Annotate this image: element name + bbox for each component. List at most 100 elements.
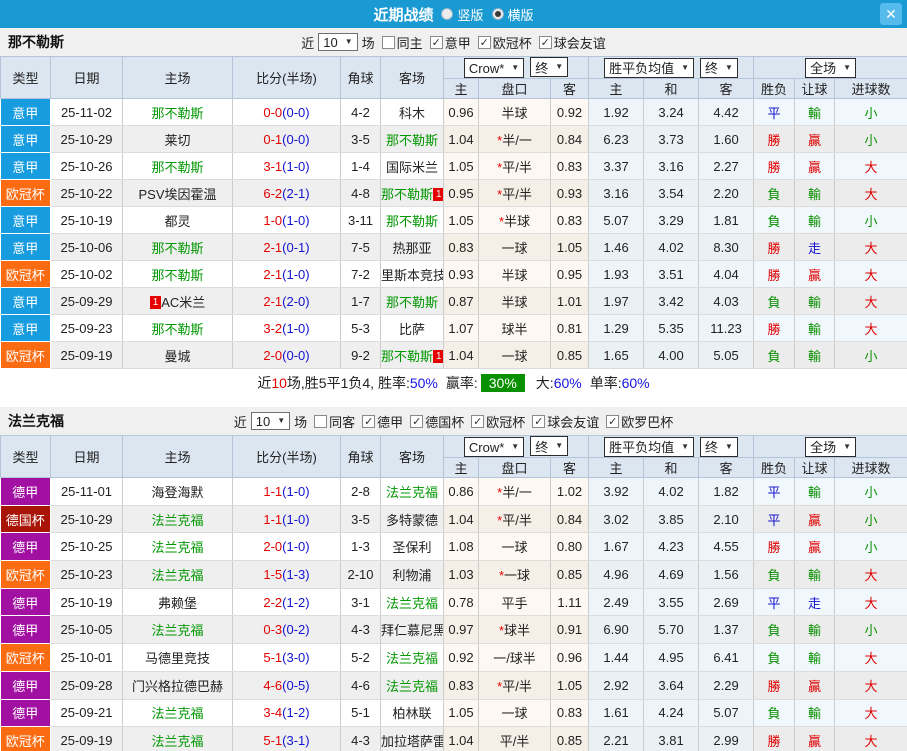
handicap-text: 半/一	[502, 132, 532, 148]
match-score: 4-6(0-5)	[232, 671, 341, 700]
away-team: 法兰克福	[380, 643, 444, 672]
matches-table: 类型 日期 主场 比分(半场) 角球 客场 Crow* ▼ 终 ▼ 胜平负均值 ▼ 终 ▼ …	[0, 56, 907, 369]
team-label: 多特蒙德	[385, 512, 438, 528]
checkbox-checked[interactable]: ✓	[477, 35, 491, 49]
handicap-outcome: 贏	[794, 125, 836, 153]
goals-outcome: 小	[834, 341, 907, 369]
match-score: 0-0(0-0)	[232, 98, 341, 126]
mean-home-odds: 1.29	[588, 314, 645, 342]
sub-col-客: 客	[698, 78, 755, 99]
odds-away: 1.05	[550, 671, 590, 700]
odds-source-select[interactable]: Crow* ▼	[463, 58, 525, 78]
match-date: 25-11-02	[50, 98, 123, 126]
team-label: 法兰克福	[385, 650, 438, 666]
odds-away: 0.81	[550, 314, 590, 342]
handicap-text: 半球	[504, 213, 531, 229]
checkbox-unchecked[interactable]	[314, 414, 328, 428]
match-score: 1-1(1-0)	[232, 505, 341, 534]
goals-outcome: 大	[834, 314, 907, 342]
mean-final-select[interactable]: 终 ▼	[700, 57, 738, 78]
corner-score: 4-2	[340, 98, 381, 126]
team-label: 法兰克福	[151, 706, 204, 722]
mean-draw-odds: 3.51	[643, 260, 700, 288]
checkbox-checked[interactable]: ✓	[538, 35, 552, 49]
league-badge: 德甲	[0, 477, 51, 506]
handicap-text: 平手	[501, 595, 528, 611]
checkbox-checked[interactable]: ✓	[429, 35, 443, 49]
halftime-score: (2-0)	[282, 293, 310, 309]
match-row: 意甲 25-10-29 莱切 0-1(0-0) 3-5 那不勒斯 1.04 *半…	[0, 125, 907, 153]
handicap-text: 一球	[501, 540, 528, 556]
team-label: 法兰克福	[385, 484, 438, 500]
away-team: 那不勒斯	[380, 287, 444, 315]
mean-away-odds: 2.10	[698, 505, 755, 534]
match-row: 意甲 25-10-26 那不勒斯 3-1(1-0) 1-4 国际米兰 1.05 …	[0, 152, 907, 180]
mean-draw-odds: 3.85	[643, 505, 700, 534]
match-count-select[interactable]: 10 ▼	[250, 412, 291, 430]
checkbox-checked[interactable]: ✓	[471, 414, 485, 428]
handicap-outcome: 贏	[794, 505, 836, 534]
home-team: 法兰克福	[122, 532, 233, 562]
chevron-down-icon: ▼	[843, 441, 852, 451]
chevron-down-icon: ▼	[277, 416, 286, 425]
team-label: 门兴格拉德巴赫	[131, 678, 223, 694]
col-type: 类型	[0, 56, 51, 99]
odds-final-select[interactable]: 终 ▼	[530, 436, 569, 456]
odds-away: 0.84	[550, 505, 590, 534]
halftime-score: (2-1)	[282, 185, 310, 201]
checkbox-checked[interactable]: ✓	[410, 414, 424, 428]
handicap-outcome: 輸	[794, 287, 836, 315]
odds-home: 0.93	[443, 260, 479, 288]
away-team: 加拉塔萨雷	[380, 726, 444, 751]
home-team: 那不勒斯	[122, 233, 233, 261]
mean-away-odds: 1.60	[698, 125, 755, 153]
mean-select[interactable]: 胜平负均值 ▼	[604, 57, 695, 78]
league-badge: 欧冠杯	[0, 260, 51, 288]
match-score: 1-1(1-0)	[232, 477, 341, 506]
halftime-score: (1-0)	[282, 511, 310, 527]
mean-final-label: 终	[705, 440, 719, 455]
corner-score: 1-7	[340, 287, 381, 315]
scope-select[interactable]: 全场 ▼	[805, 57, 857, 78]
mean-home-odds: 6.90	[588, 615, 645, 645]
match-date: 25-10-06	[50, 233, 123, 261]
handicap: *平/半	[478, 152, 551, 180]
odds-source-select[interactable]: Crow* ▼	[463, 437, 525, 457]
close-button[interactable]: ✕	[880, 3, 902, 25]
layout-radio[interactable]: 竖版	[441, 5, 484, 24]
match-row: 欧冠杯 25-10-22 PSV埃因霍温 6-2(2-1) 4-8 那不勒斯 1 …	[0, 179, 907, 207]
layout-radio[interactable]: 横版	[491, 5, 534, 24]
corner-score: 5-2	[340, 643, 381, 672]
sub-col-和: 和	[643, 78, 700, 99]
match-row: 德甲 25-10-25 法兰克福 2-0(1-0) 1-3 圣保利 1.08 一…	[0, 532, 907, 562]
filter-near-label: 近	[301, 35, 315, 51]
mean-final-select[interactable]: 终 ▼	[700, 436, 738, 457]
halftime-score: (0-1)	[282, 239, 310, 255]
sub-col-主: 主	[588, 457, 645, 478]
checkbox-checked[interactable]: ✓	[362, 414, 376, 428]
red-card-badge: 1	[433, 187, 443, 201]
match-count-select[interactable]: 10 ▼	[318, 33, 358, 51]
team-label: 莱切	[164, 132, 191, 148]
handicap-text: 一球	[501, 706, 528, 722]
checkbox-checked[interactable]: ✓	[532, 414, 546, 428]
corner-score: 7-2	[340, 260, 381, 288]
odds-final-select[interactable]: 终 ▼	[530, 57, 569, 77]
mean-select-label: 胜平负均值	[609, 61, 675, 76]
team-name: 那不勒斯	[8, 34, 64, 50]
mean-draw-odds: 3.29	[643, 206, 700, 234]
checkbox-unchecked[interactable]	[381, 35, 395, 49]
table-head: 类型 日期 主场 比分(半场) 角球 客场 Crow* ▼ 终 ▼ 胜平负均值 ▼ 终 ▼ …	[0, 56, 907, 99]
match-row: 德甲 25-09-28 门兴格拉德巴赫 4-6(0-5) 4-6 法兰克福 0.…	[0, 671, 907, 700]
odds-away: 1.11	[550, 588, 590, 617]
filter-unit-label: 场	[361, 35, 375, 51]
odds-away: 0.80	[550, 532, 590, 562]
checkbox-label: 球会友谊	[547, 414, 600, 430]
match-date: 25-10-23	[50, 560, 123, 589]
halftime-score: (0-0)	[282, 131, 310, 147]
mean-select[interactable]: 胜平负均值 ▼	[604, 436, 695, 457]
checkbox-checked[interactable]: ✓	[606, 414, 620, 428]
scope-select[interactable]: 全场 ▼	[805, 436, 857, 457]
handicap-text: 平/半	[502, 512, 532, 528]
result-outcome: 勝	[753, 726, 796, 751]
